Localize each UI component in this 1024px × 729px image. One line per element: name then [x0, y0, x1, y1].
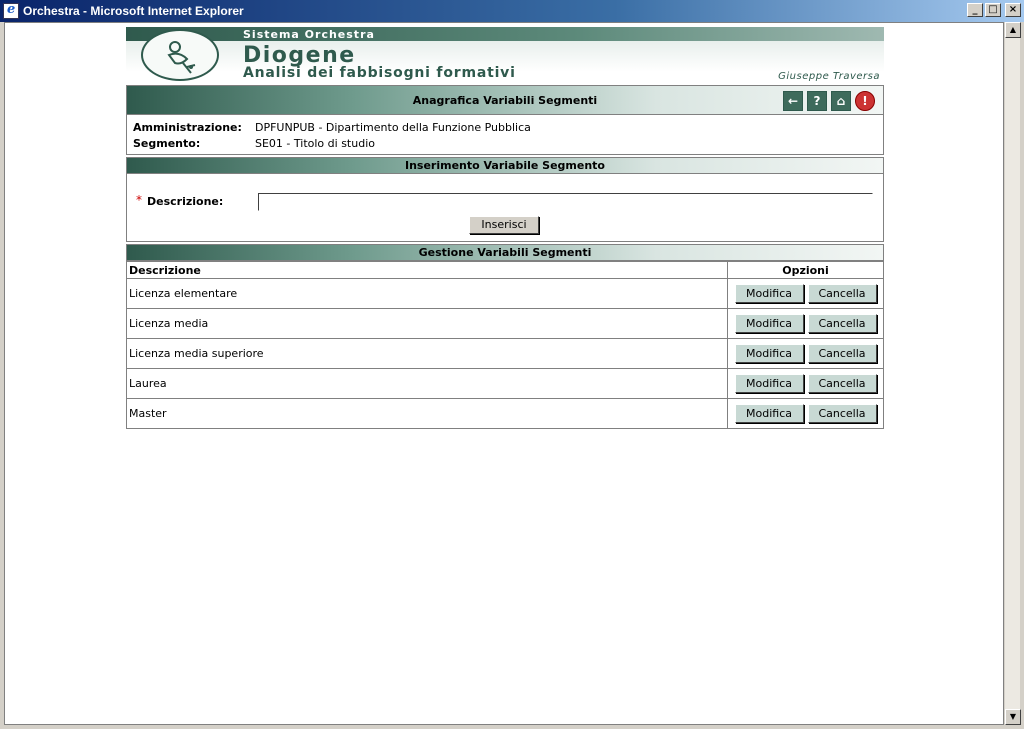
vertical-scrollbar[interactable]: ▲ ▼	[1004, 22, 1021, 725]
browser-viewport: Sistema Orchestra Diogene Analisi dei fa…	[4, 22, 1004, 725]
context-info: Amministrazione: DPFUNPUB - Dipartimento…	[126, 115, 884, 155]
table-row: Licenza media superiore Modifica Cancella	[126, 338, 884, 369]
segmento-label: Segmento:	[133, 136, 201, 150]
cancella-button[interactable]: Cancella	[807, 314, 877, 333]
toolbar-icons: ← ? ⌂ !	[783, 91, 875, 111]
row-descrizione: Laurea	[126, 368, 728, 399]
modifica-button[interactable]: Modifica	[734, 374, 804, 393]
logo-figure-icon	[167, 41, 196, 74]
amministrazione-value: DPFUNPUB - Dipartimento della Funzione P…	[255, 120, 531, 134]
scroll-up-icon[interactable]: ▲	[1005, 22, 1021, 38]
system-title: Sistema Orchestra	[243, 28, 375, 41]
ie-icon	[3, 2, 19, 19]
scroll-down-icon[interactable]: ▼	[1005, 709, 1021, 725]
row-options: Modifica Cancella	[727, 308, 884, 339]
cancella-button[interactable]: Cancella	[807, 344, 877, 363]
row-descrizione: Licenza media superiore	[126, 338, 728, 369]
insert-form: * Descrizione: Inserisci	[126, 174, 884, 242]
row-options: Modifica Cancella	[727, 338, 884, 369]
table-header-row: Descrizione Opzioni	[126, 261, 884, 279]
home-icon[interactable]: ⌂	[831, 91, 851, 111]
col-header-descrizione: Descrizione	[126, 261, 728, 279]
table-row: Licenza elementare Modifica Cancella	[126, 278, 884, 309]
back-arrow-icon[interactable]: ←	[783, 91, 803, 111]
info-row-segmento: Segmento: SE01 - Titolo di studio	[133, 135, 877, 151]
close-icon[interactable]: ×	[1005, 3, 1021, 17]
insert-section-title: Inserimento Variabile Segmento	[126, 157, 884, 174]
required-mark: *	[136, 193, 142, 207]
diogene-logo	[141, 29, 219, 81]
table-row: Master Modifica Cancella	[126, 398, 884, 429]
descrizione-label: Descrizione:	[147, 195, 224, 208]
table-row: Licenza media Modifica Cancella	[126, 308, 884, 339]
help-icon[interactable]: ?	[807, 91, 827, 111]
col-header-opzioni: Opzioni	[727, 261, 884, 279]
modifica-button[interactable]: Modifica	[734, 284, 804, 303]
page-title: Anagrafica Variabili Segmenti	[412, 94, 598, 107]
cancella-button[interactable]: Cancella	[807, 404, 877, 423]
row-descrizione: Licenza elementare	[126, 278, 728, 309]
window-titlebar: Orchestra - Microsoft Internet Explorer …	[0, 0, 1024, 22]
row-options: Modifica Cancella	[727, 398, 884, 429]
variables-table: Descrizione Opzioni Licenza elementare M…	[126, 261, 884, 429]
inserisci-button[interactable]: Inserisci	[469, 216, 539, 234]
modifica-button[interactable]: Modifica	[734, 344, 804, 363]
window-controls: _ □ ×	[967, 3, 1021, 17]
row-options: Modifica Cancella	[727, 278, 884, 309]
row-descrizione: Licenza media	[126, 308, 728, 339]
amministrazione-label: Amministrazione:	[133, 120, 242, 134]
info-row-amministrazione: Amministrazione: DPFUNPUB - Dipartimento…	[133, 119, 877, 135]
modifica-button[interactable]: Modifica	[734, 314, 804, 333]
row-descrizione: Master	[126, 398, 728, 429]
cancella-button[interactable]: Cancella	[807, 284, 877, 303]
app-banner: Sistema Orchestra Diogene Analisi dei fa…	[126, 27, 884, 85]
minimize-icon[interactable]: _	[967, 3, 983, 17]
app-subtitle: Analisi dei fabbisogni formativi	[243, 65, 516, 81]
descrizione-input[interactable]	[258, 193, 873, 211]
segmento-value: SE01 - Titolo di studio	[255, 136, 375, 150]
table-row: Laurea Modifica Cancella	[126, 368, 884, 399]
row-options: Modifica Cancella	[727, 368, 884, 399]
modifica-button[interactable]: Modifica	[734, 404, 804, 423]
exit-icon[interactable]: !	[855, 91, 875, 111]
page-container: Sistema Orchestra Diogene Analisi dei fa…	[126, 27, 884, 429]
window-title: Orchestra - Microsoft Internet Explorer	[23, 4, 244, 18]
user-name: Giuseppe Traversa	[778, 71, 880, 82]
cancella-button[interactable]: Cancella	[807, 374, 877, 393]
manage-section-title: Gestione Variabili Segmenti	[126, 244, 884, 261]
maximize-icon[interactable]: □	[985, 3, 1001, 17]
page-header-bar: Anagrafica Variabili Segmenti ← ? ⌂ !	[126, 85, 884, 115]
